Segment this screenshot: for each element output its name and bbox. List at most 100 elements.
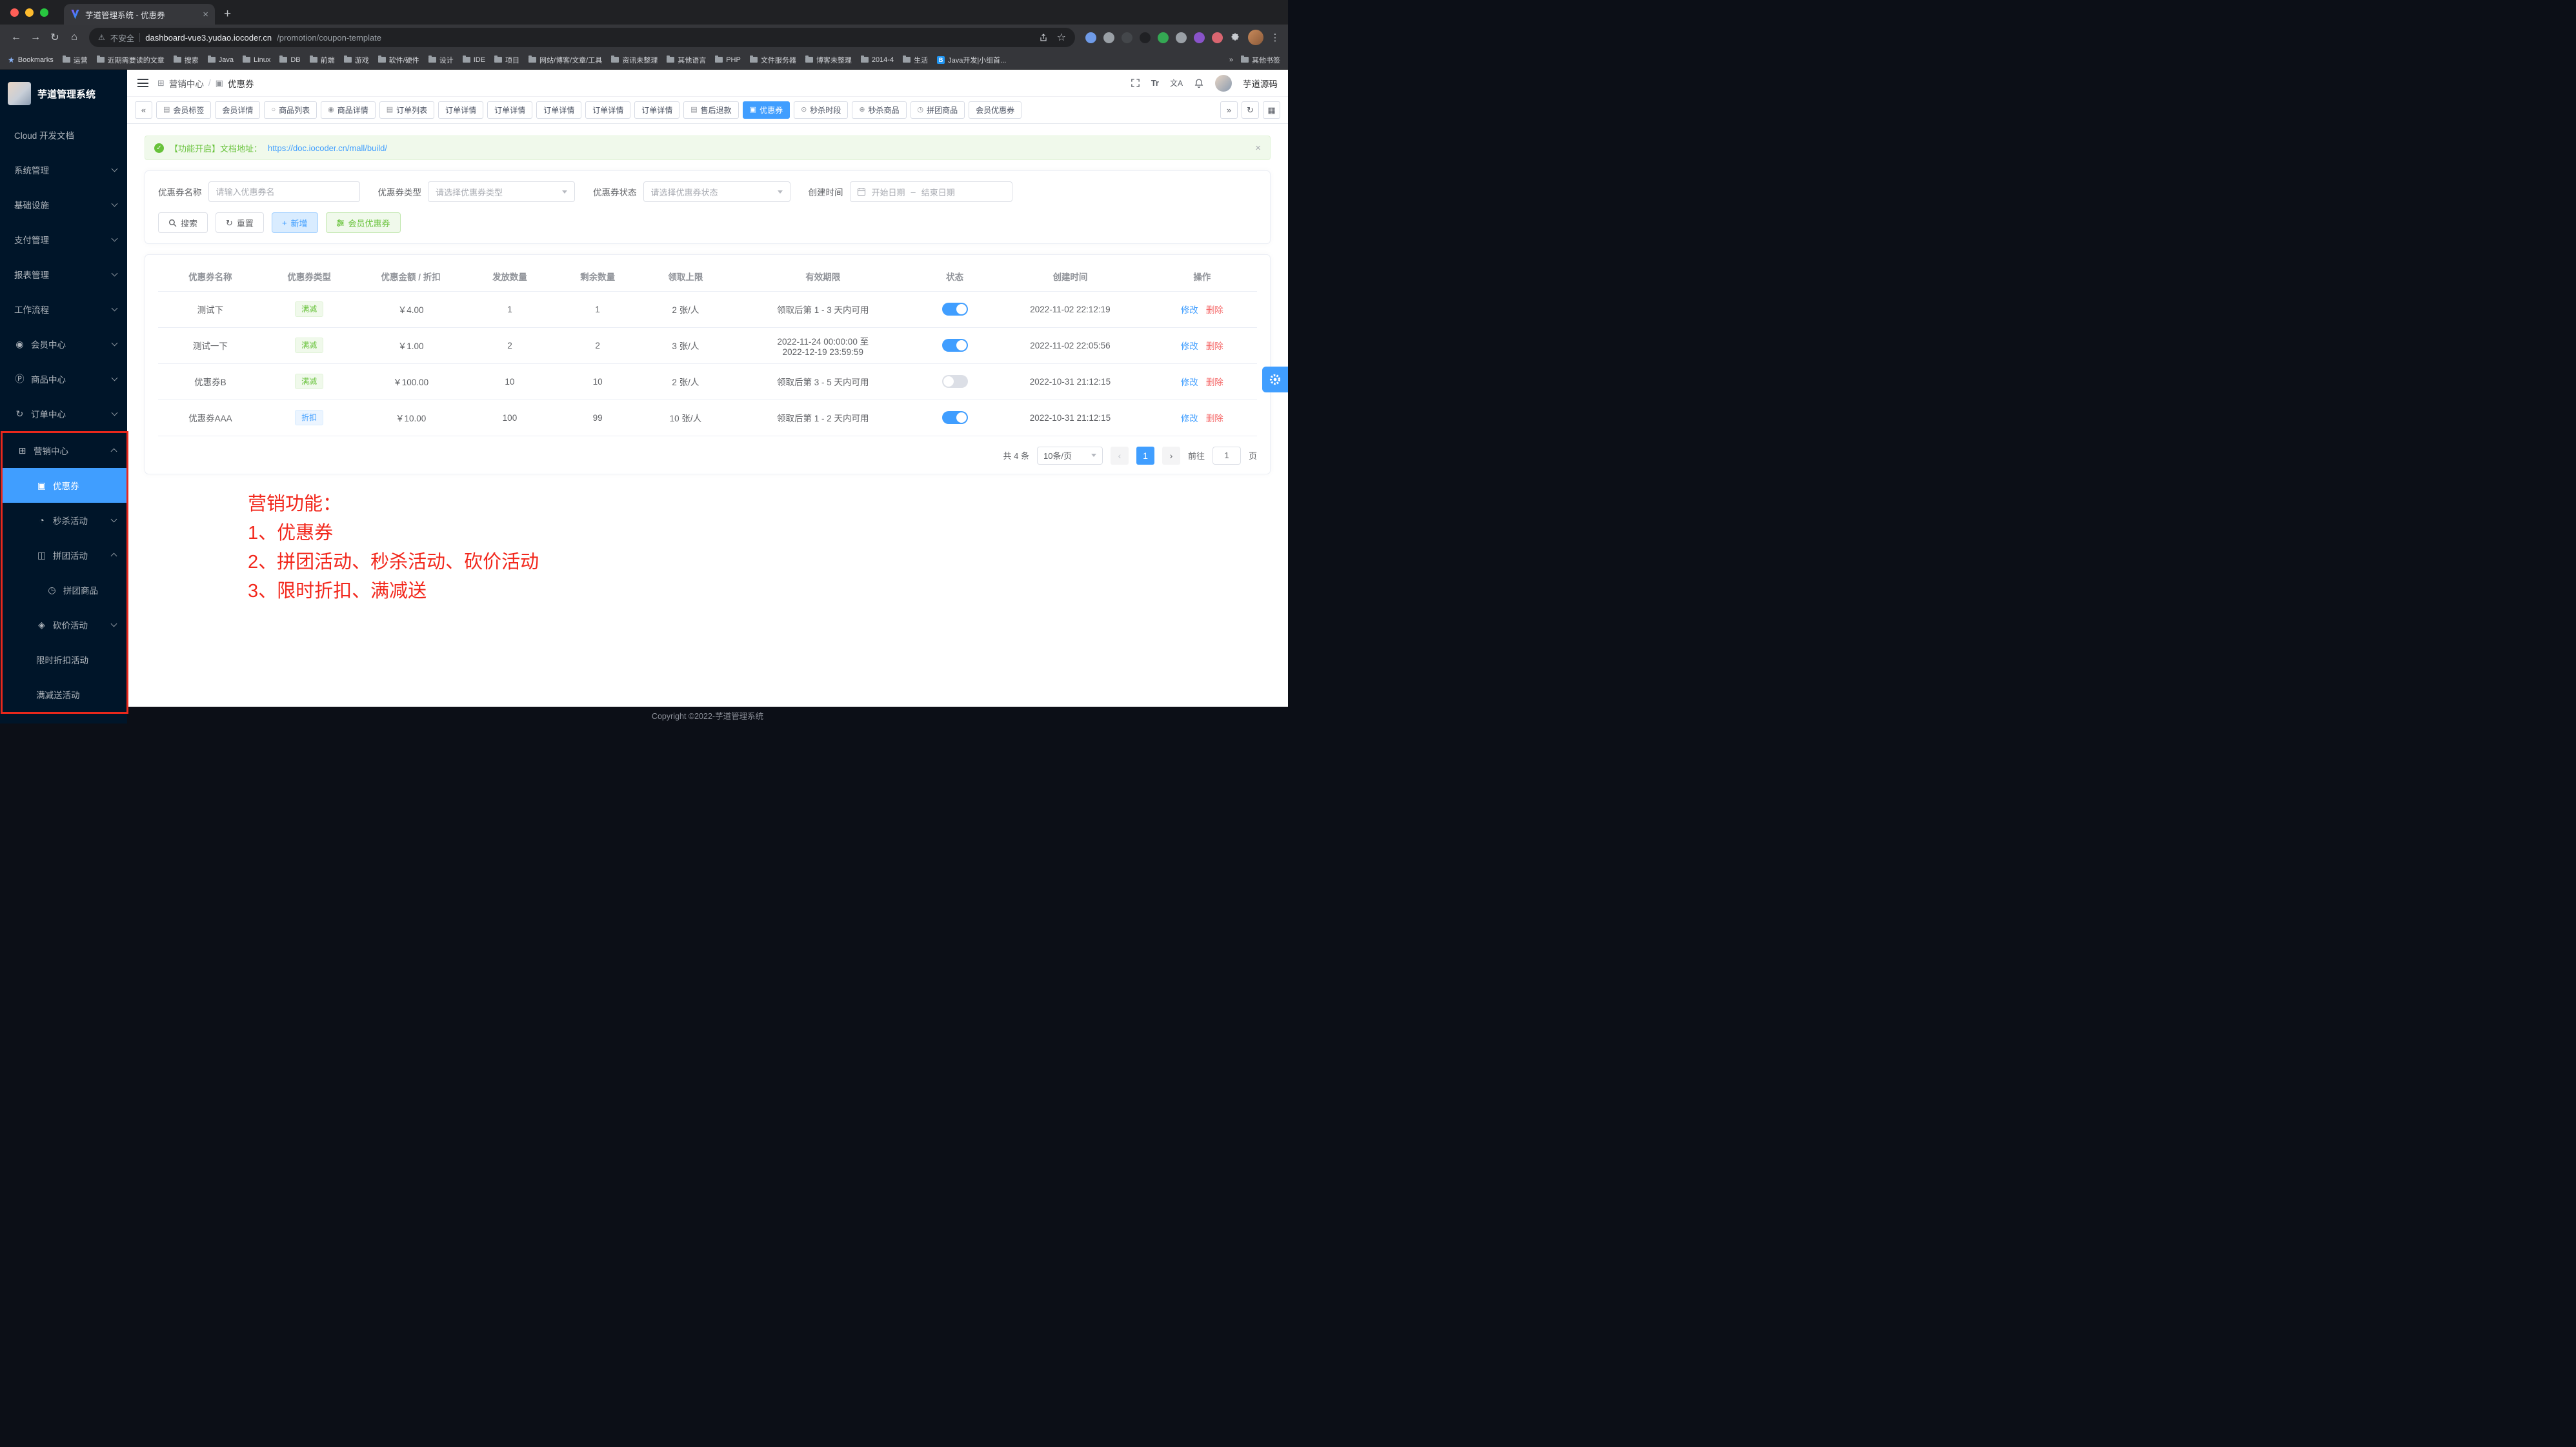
scroll-left-icon[interactable]: « — [135, 101, 152, 119]
view-tab-group-product[interactable]: ◷拼团商品 — [911, 101, 965, 119]
view-tab-member-detail[interactable]: 会员详情 — [215, 101, 260, 119]
status-toggle[interactable] — [942, 303, 968, 316]
browser-menu-icon[interactable]: ⋮ — [1269, 32, 1282, 43]
bookmark-item[interactable]: 网站/博客/文章/工具 — [528, 55, 602, 65]
sidebar-item-payment[interactable]: 支付管理 — [0, 222, 127, 257]
next-page-button[interactable]: › — [1162, 447, 1180, 465]
search-button[interactable]: 搜索 — [158, 212, 208, 233]
bookmark-item[interactable]: Java — [208, 56, 234, 64]
bookmark-item[interactable]: BJava开发|小组首... — [937, 55, 1006, 65]
bookmark-item[interactable]: 博客未整理 — [805, 55, 852, 65]
sidebar-item-report[interactable]: 报表管理 — [0, 257, 127, 292]
sidebar-item-member-center[interactable]: ◉会员中心 — [0, 327, 127, 361]
delete-link[interactable]: 删除 — [1206, 305, 1223, 315]
page-size-select[interactable]: 10条/页 — [1037, 447, 1103, 465]
delete-link[interactable]: 删除 — [1206, 341, 1223, 351]
view-tab-product-detail[interactable]: ◉商品详情 — [321, 101, 376, 119]
bookmark-item[interactable]: 运营 — [63, 55, 88, 65]
extension-icon[interactable] — [1103, 32, 1114, 43]
view-tab-order-detail-3[interactable]: 订单详情 — [536, 101, 581, 119]
extension-icon[interactable] — [1176, 32, 1187, 43]
fullscreen-icon[interactable] — [1131, 78, 1140, 88]
edit-link[interactable]: 修改 — [1181, 305, 1198, 315]
bookmark-item[interactable]: 游戏 — [344, 55, 369, 65]
extension-icon[interactable] — [1140, 32, 1151, 43]
delete-link[interactable]: 删除 — [1206, 378, 1223, 387]
refresh-view-icon[interactable]: ↻ — [1242, 101, 1259, 119]
user-avatar[interactable] — [1215, 75, 1232, 92]
extensions-puzzle-icon[interactable] — [1231, 33, 1240, 43]
bookmark-item[interactable]: 2014-4 — [861, 56, 894, 64]
language-icon[interactable]: 文A — [1170, 77, 1183, 88]
bookmark-item[interactable]: DB — [279, 56, 300, 64]
extension-icon[interactable] — [1194, 32, 1205, 43]
bookmark-item[interactable]: 生活 — [903, 55, 928, 65]
sidebar-item-infrastructure[interactable]: 基础设施 — [0, 187, 127, 222]
user-name[interactable]: 芋道源码 — [1243, 77, 1278, 90]
sidebar-item-system[interactable]: 系统管理 — [0, 152, 127, 187]
breadcrumb-section[interactable]: 营销中心 — [169, 77, 204, 90]
view-tab-order-detail-2[interactable]: 订单详情 — [487, 101, 532, 119]
sidebar-item-group-product[interactable]: ◷拼团商品 — [3, 572, 126, 607]
doc-link[interactable]: https://doc.iocoder.cn/mall/build/ — [268, 143, 387, 153]
prev-page-button[interactable]: ‹ — [1111, 447, 1129, 465]
view-tab-member-coupon[interactable]: 会员优惠券 — [969, 101, 1021, 119]
bookmark-item[interactable]: IDE — [463, 56, 485, 64]
extension-icon[interactable] — [1158, 32, 1169, 43]
view-tab-product-list[interactable]: ○商品列表 — [264, 101, 317, 119]
sidebar-item-product-center[interactable]: Ⓟ商品中心 — [0, 361, 127, 396]
member-coupon-button[interactable]: 会员优惠券 — [326, 212, 401, 233]
status-toggle[interactable] — [942, 411, 968, 424]
sidebar-item-seckill[interactable]: ◔秒杀活动 — [3, 503, 126, 538]
bookmark-item[interactable]: 近期需要读的文章 — [97, 55, 165, 65]
edit-link[interactable]: 修改 — [1181, 341, 1198, 351]
sidebar-item-bargain[interactable]: ◈砍价活动 — [3, 607, 126, 642]
bookmark-item[interactable]: 资讯未整理 — [611, 55, 658, 65]
sidebar-item-order-center[interactable]: ↻订单中心 — [0, 396, 127, 431]
bookmark-item[interactable]: 项目 — [494, 55, 519, 65]
bookmark-item[interactable]: 其他语言 — [667, 55, 706, 65]
bookmark-item[interactable]: 文件服务器 — [750, 55, 796, 65]
forward-icon[interactable]: → — [26, 32, 45, 43]
view-tab-seckill-time[interactable]: ⊙秒杀时段 — [794, 101, 848, 119]
bookmark-item[interactable]: ★Bookmarks — [8, 56, 54, 64]
edit-link[interactable]: 修改 — [1181, 378, 1198, 387]
extension-icon[interactable] — [1122, 32, 1132, 43]
bookmark-item[interactable]: 软件/硬件 — [378, 55, 419, 65]
new-tab-button[interactable]: + — [224, 8, 231, 20]
sidebar-item-marketing-center[interactable]: ⊞营销中心 — [3, 433, 126, 468]
view-tab-aftersale-refund[interactable]: ▤售后退款 — [683, 101, 738, 119]
minimize-window-button[interactable] — [25, 8, 34, 17]
share-icon[interactable] — [1039, 33, 1048, 42]
reset-button[interactable]: ↻ 重置 — [216, 212, 264, 233]
delete-link[interactable]: 删除 — [1206, 414, 1223, 423]
settings-fab[interactable] — [1262, 367, 1288, 392]
collapse-menu-icon[interactable] — [137, 79, 148, 87]
sidebar-item-full-reduction[interactable]: 满减送活动 — [3, 677, 126, 712]
scroll-right-icon[interactable]: » — [1220, 101, 1238, 119]
extension-icon[interactable] — [1212, 32, 1223, 43]
sidebar-item-group-buy[interactable]: ◫拼团活动 — [3, 538, 126, 572]
font-size-icon[interactable]: Tr — [1151, 78, 1159, 88]
status-toggle[interactable] — [942, 375, 968, 388]
home-icon[interactable]: ⌂ — [65, 32, 84, 43]
bookmark-item[interactable]: 前端 — [310, 55, 335, 65]
bell-icon[interactable] — [1194, 78, 1204, 88]
bookmarks-overflow-icon[interactable]: » — [1229, 56, 1233, 64]
view-tab-seckill-product[interactable]: ⊕秒杀商品 — [852, 101, 906, 119]
browser-tab[interactable]: 芋道管理系统 - 优惠券 × — [64, 4, 215, 25]
close-window-button[interactable] — [10, 8, 19, 17]
address-bar[interactable]: ⚠ 不安全 dashboard-vue3.yudao.iocoder.cn /p… — [89, 28, 1075, 47]
sidebar-item-flash-discount[interactable]: 限时折扣活动 — [3, 642, 126, 677]
reload-icon[interactable]: ↻ — [45, 31, 65, 44]
edit-link[interactable]: 修改 — [1181, 414, 1198, 423]
tab-close-icon[interactable]: × — [203, 10, 208, 19]
profile-avatar[interactable] — [1248, 30, 1263, 45]
goto-page-input[interactable] — [1213, 447, 1241, 465]
bookmark-item[interactable]: Linux — [243, 56, 270, 64]
date-range-picker[interactable]: 开始日期 – 结束日期 — [850, 181, 1012, 202]
logo-row[interactable]: 芋道管理系统 — [0, 70, 127, 117]
coupon-name-input[interactable] — [208, 181, 360, 202]
coupon-status-select[interactable]: 请选择优惠券状态 — [643, 181, 790, 202]
sidebar-item-coupon[interactable]: ▣优惠券 — [3, 468, 126, 503]
